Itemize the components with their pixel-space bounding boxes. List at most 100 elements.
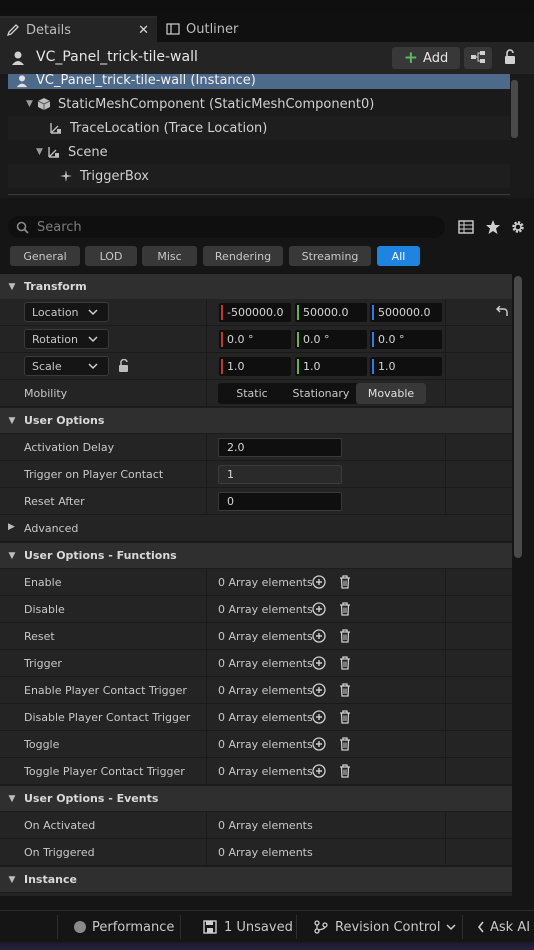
status-divider xyxy=(462,915,463,939)
collapse-triangle-icon: ▼ xyxy=(8,874,16,885)
trash-icon[interactable] xyxy=(337,709,353,725)
tree-item-trace-location[interactable]: TraceLocation (Trace Location) xyxy=(8,116,510,140)
filter-lod[interactable]: LOD xyxy=(85,246,137,266)
rotation-z-field[interactable]: 0.0 ° xyxy=(370,330,442,349)
add-component-button[interactable]: + Add xyxy=(392,47,460,69)
property-matrix-icon[interactable] xyxy=(458,219,474,235)
filter-general[interactable]: General xyxy=(10,246,80,266)
scale-x-field[interactable]: 1.0 xyxy=(219,357,291,376)
property-scrollbar[interactable] xyxy=(514,276,522,558)
category-label: User Options - Events xyxy=(24,792,159,805)
add-element-icon[interactable] xyxy=(311,628,327,644)
trash-icon[interactable] xyxy=(337,763,353,779)
unsaved-button[interactable]: 1 Unsaved xyxy=(203,911,293,943)
mobility-stationary-option[interactable]: Stationary xyxy=(286,383,356,404)
category-user-options[interactable]: ▼ User Options xyxy=(0,408,512,433)
tree-item-static-mesh[interactable]: ▼ StaticMeshComponent (StaticMeshCompone… xyxy=(8,92,510,116)
performance-label: Performance xyxy=(92,919,175,935)
rotation-y-field[interactable]: 0.0 ° xyxy=(295,330,367,349)
property-row-mobility: Mobility Static Stationary Movable xyxy=(0,380,512,407)
column-divider xyxy=(445,380,446,406)
scale-z-field[interactable]: 1.0 xyxy=(370,357,442,376)
tab-details[interactable]: Details ✕ xyxy=(0,16,157,42)
star-icon[interactable] xyxy=(485,219,501,235)
rotation-x-field[interactable]: 0.0 ° xyxy=(219,330,291,349)
mobility-movable-option[interactable]: Movable xyxy=(356,383,426,404)
trash-icon[interactable] xyxy=(337,628,353,644)
column-divider xyxy=(445,650,446,676)
trash-icon[interactable] xyxy=(337,655,353,671)
scale-y-field[interactable]: 1.0 xyxy=(295,357,367,376)
advanced-section[interactable]: ▶ Advanced xyxy=(0,515,512,542)
activation-delay-field[interactable]: 2.0 xyxy=(218,438,342,457)
tree-item-trigger-box[interactable]: TriggerBox xyxy=(8,164,510,188)
revision-control-label: Revision Control xyxy=(335,919,441,935)
expand-triangle-icon[interactable]: ▼ xyxy=(26,99,36,109)
property-row-partial xyxy=(0,893,512,896)
reset-after-field[interactable]: 0 xyxy=(218,492,342,511)
column-divider xyxy=(206,488,207,514)
add-element-icon[interactable] xyxy=(311,709,327,725)
chevron-down-icon xyxy=(88,334,98,347)
filter-streaming[interactable]: Streaming xyxy=(289,246,371,266)
tree-item-label: StaticMeshComponent (StaticMeshComponent… xyxy=(58,96,375,112)
rotation-dropdown[interactable]: Rotation xyxy=(24,329,109,349)
location-z-field[interactable]: 500000.0 xyxy=(370,303,442,322)
trash-icon[interactable] xyxy=(337,601,353,617)
tab-outliner[interactable]: Outliner xyxy=(160,16,270,42)
trigger-on-contact-field[interactable]: 1 xyxy=(218,465,342,484)
branch-icon xyxy=(314,920,328,934)
column-divider xyxy=(445,704,446,730)
array-count: 0 Array elements xyxy=(218,846,313,859)
tree-scrollbar[interactable] xyxy=(511,80,518,138)
property-row-rotation: Rotation 0.0 ° 0.0 ° 0.0 ° xyxy=(0,326,512,353)
trash-icon[interactable] xyxy=(337,736,353,752)
location-dropdown[interactable]: Location xyxy=(24,302,109,322)
column-divider xyxy=(206,704,207,730)
category-instance[interactable]: ▼ Instance xyxy=(0,867,512,892)
search-input[interactable]: Search xyxy=(8,216,445,238)
filter-misc[interactable]: Misc xyxy=(142,246,197,266)
expand-triangle-icon[interactable]: ▼ xyxy=(36,147,46,157)
filter-all[interactable]: All xyxy=(377,246,420,266)
component-tree: VC_Panel_trick-tile-wall (Instance) ▼ St… xyxy=(0,74,534,198)
field-value: 0.0 ° xyxy=(303,333,330,346)
unlock-icon[interactable] xyxy=(116,358,132,374)
property-label: Enable Player Contact Trigger xyxy=(24,684,187,697)
trash-icon[interactable] xyxy=(337,574,353,590)
scale-dropdown[interactable]: Scale xyxy=(24,356,109,376)
x-axis-marker xyxy=(221,359,223,374)
add-element-icon[interactable] xyxy=(311,736,327,752)
performance-button[interactable]: Performance xyxy=(74,911,174,943)
revision-control-button[interactable]: Revision Control xyxy=(314,911,456,943)
tree-item-label: TriggerBox xyxy=(80,168,149,184)
mobility-static-option[interactable]: Static xyxy=(218,383,286,404)
array-count: 0 Array elements xyxy=(218,603,313,616)
category-transform[interactable]: ▼ Transform xyxy=(0,274,512,299)
lock-button[interactable] xyxy=(500,48,520,68)
blueprint-hierarchy-button[interactable] xyxy=(464,47,492,69)
gear-icon[interactable] xyxy=(510,219,526,235)
add-element-icon[interactable] xyxy=(311,574,327,590)
category-user-options-events[interactable]: ▼ User Options - Events xyxy=(0,786,512,811)
reset-to-default-icon[interactable] xyxy=(494,304,510,320)
add-element-icon[interactable] xyxy=(311,682,327,698)
close-icon[interactable]: ✕ xyxy=(138,23,149,38)
filter-rendering[interactable]: Rendering xyxy=(203,246,283,266)
search-icon xyxy=(16,221,29,234)
location-y-field[interactable]: 50000.0 xyxy=(295,303,367,322)
add-element-icon[interactable] xyxy=(311,763,327,779)
scene-component-icon xyxy=(46,144,62,160)
trash-icon[interactable] xyxy=(337,682,353,698)
tree-item-scene[interactable]: ▼ Scene xyxy=(8,140,510,164)
ask-ai-button[interactable]: Ask AI xyxy=(477,911,530,943)
tree-item-instance[interactable]: VC_Panel_trick-tile-wall (Instance) xyxy=(8,74,510,89)
add-element-icon[interactable] xyxy=(311,655,327,671)
z-axis-marker xyxy=(372,332,374,347)
property-row-reset-after: Reset After 0 xyxy=(0,488,512,515)
field-value: 1.0 xyxy=(227,360,245,373)
add-element-icon[interactable] xyxy=(311,601,327,617)
field-value: 2.0 xyxy=(227,441,245,454)
location-x-field[interactable]: -500000.0 xyxy=(219,303,291,322)
category-user-options-functions[interactable]: ▼ User Options - Functions xyxy=(0,543,512,568)
